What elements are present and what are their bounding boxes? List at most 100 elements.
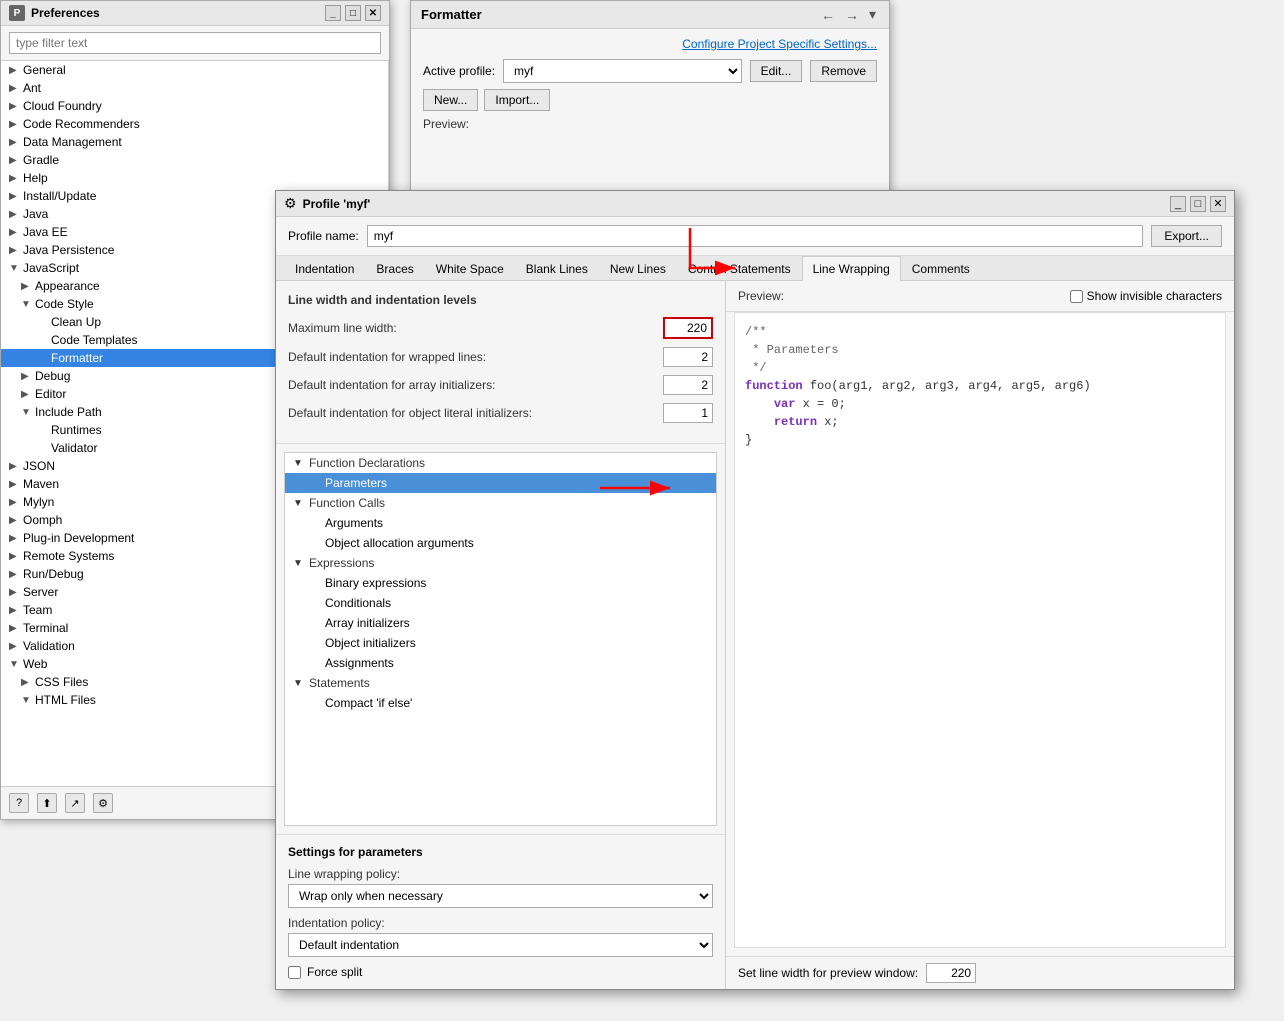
tree-label-css-files: CSS Files: [35, 675, 88, 689]
indentation-policy-label: Indentation policy:: [288, 916, 713, 930]
modal-close-button[interactable]: ✕: [1210, 196, 1226, 212]
tree-toggle-terminal: ▶: [9, 623, 21, 634]
preferences-titlebar: P Preferences _ □ ✕: [1, 1, 389, 26]
tree-label-terminal: Terminal: [23, 621, 68, 635]
tree-item-data-management[interactable]: ▶ Data Management: [1, 133, 388, 151]
settings-for-title: Settings for parameters: [288, 845, 713, 859]
wt-obj-alloc-args[interactable]: Object allocation arguments: [285, 533, 716, 553]
tree-toggle-include-path: ▼: [21, 407, 33, 418]
active-profile-row: Active profile: myf Edit... Remove: [423, 59, 877, 83]
nav-forward-button[interactable]: →: [842, 7, 862, 23]
wt-label-obj-alloc-args: Object allocation arguments: [325, 536, 474, 550]
tab-white-space[interactable]: White Space: [425, 256, 515, 281]
tree-toggle-ant: ▶: [9, 83, 21, 94]
tree-toggle-install-update: ▶: [9, 191, 21, 202]
max-line-width-label: Maximum line width:: [288, 321, 663, 335]
remove-button[interactable]: Remove: [810, 60, 877, 82]
wrapped-indent-input[interactable]: [663, 347, 713, 367]
export-button[interactable]: Export...: [1151, 225, 1222, 247]
preview-title: Preview:: [738, 289, 784, 303]
tree-item-gradle[interactable]: ▶ Gradle: [1, 151, 388, 169]
wt-label-conditionals: Conditionals: [325, 596, 391, 610]
wt-toggle-expressions: ▼: [293, 558, 305, 569]
wt-object-initializers[interactable]: Object initializers: [285, 633, 716, 653]
tree-label-java: Java: [23, 207, 48, 221]
tree-toggle-java-persistence: ▶: [9, 245, 21, 256]
wt-conditionals[interactable]: Conditionals: [285, 593, 716, 613]
wt-compact-if-else[interactable]: Compact 'if else': [285, 693, 716, 713]
tab-blank-lines[interactable]: Blank Lines: [515, 256, 599, 281]
tree-label-cloud-foundry: Cloud Foundry: [23, 99, 102, 113]
modal-maximize-button[interactable]: □: [1190, 196, 1206, 212]
tree-label-clean-up: Clean Up: [51, 315, 101, 329]
tab-comments[interactable]: Comments: [901, 256, 981, 281]
formatter-nav: ← → ▾: [818, 6, 879, 23]
preview-width-input[interactable]: [926, 963, 976, 983]
restore-defaults-icon[interactable]: ⬆: [37, 793, 57, 813]
tree-item-cloud-foundry[interactable]: ▶ Cloud Foundry: [1, 97, 388, 115]
show-invisible-checkbox[interactable]: [1070, 290, 1083, 303]
preview-header: Preview: Show invisible characters: [726, 281, 1234, 312]
maximize-button[interactable]: □: [345, 5, 361, 21]
line-wrapping-policy-select[interactable]: Wrap only when necessary Do not wrap Wra…: [288, 884, 713, 908]
tab-control-statements[interactable]: Control Statements: [677, 256, 802, 281]
wt-func-calls[interactable]: ▼ Function Calls: [285, 493, 716, 513]
max-line-width-input[interactable]: [663, 317, 713, 339]
tree-toggle-java-ee: ▶: [9, 227, 21, 238]
wt-arguments[interactable]: Arguments: [285, 513, 716, 533]
wt-label-statements: Statements: [309, 676, 370, 690]
tree-label-runtimes: Runtimes: [51, 423, 102, 437]
force-split-row: Force split: [288, 965, 713, 979]
wrapped-indent-label: Default indentation for wrapped lines:: [288, 350, 663, 364]
tree-toggle-oomph: ▶: [9, 515, 21, 526]
wt-func-declarations[interactable]: ▼ Function Declarations: [285, 453, 716, 473]
nav-menu-button[interactable]: ▾: [866, 6, 879, 23]
bottom-settings: Settings for parameters Line wrapping po…: [276, 834, 725, 989]
array-indent-input[interactable]: [663, 375, 713, 395]
tab-line-wrapping[interactable]: Line Wrapping: [802, 256, 901, 281]
tree-toggle-debug: ▶: [21, 371, 33, 382]
indentation-policy-select[interactable]: Default indentation Indent on column For…: [288, 933, 713, 957]
profile-name-input[interactable]: [367, 225, 1144, 247]
wt-statements[interactable]: ▼ Statements: [285, 673, 716, 693]
modal-title-text: Profile 'myf': [303, 197, 371, 211]
tab-indentation[interactable]: Indentation: [284, 256, 365, 281]
edit-button[interactable]: Edit...: [750, 60, 803, 82]
tree-item-ant[interactable]: ▶ Ant: [1, 79, 388, 97]
tree-item-help[interactable]: ▶ Help: [1, 169, 388, 187]
settings-icon[interactable]: ⚙: [93, 793, 113, 813]
profile-select[interactable]: myf: [503, 59, 742, 83]
array-indent-label: Default indentation for array initialize…: [288, 378, 663, 392]
force-split-checkbox[interactable]: [288, 966, 301, 979]
apply-icon[interactable]: ↗: [65, 793, 85, 813]
profile-modal: ⚙ Profile 'myf' _ □ ✕ Profile name: Expo…: [275, 190, 1235, 990]
filter-input[interactable]: [9, 32, 381, 54]
tree-label-code-recommenders: Code Recommenders: [23, 117, 140, 131]
tab-braces[interactable]: Braces: [365, 256, 424, 281]
wt-assignments[interactable]: Assignments: [285, 653, 716, 673]
tree-item-general[interactable]: ▶ General: [1, 61, 388, 79]
new-button[interactable]: New...: [423, 89, 478, 111]
nav-back-button[interactable]: ←: [818, 7, 838, 23]
tab-new-lines[interactable]: New Lines: [599, 256, 677, 281]
import-button[interactable]: Import...: [484, 89, 550, 111]
minimize-button[interactable]: _: [325, 5, 341, 21]
object-indent-label: Default indentation for object literal i…: [288, 406, 663, 420]
wt-parameters[interactable]: Parameters: [285, 473, 716, 493]
tree-toggle-web: ▼: [9, 659, 21, 670]
wt-binary-expressions[interactable]: Binary expressions: [285, 573, 716, 593]
line-wrapping-policy-row: Line wrapping policy: Wrap only when nec…: [288, 867, 713, 908]
tree-label-code-templates: Code Templates: [51, 333, 138, 347]
modal-minimize-button[interactable]: _: [1170, 196, 1186, 212]
tree-label-code-style: Code Style: [35, 297, 94, 311]
setting-row-max-line-width: Maximum line width:: [288, 317, 713, 339]
wt-array-initializers[interactable]: Array initializers: [285, 613, 716, 633]
tree-item-code-recommenders[interactable]: ▶ Code Recommenders: [1, 115, 388, 133]
wt-expressions[interactable]: ▼ Expressions: [285, 553, 716, 573]
wt-label-func-calls: Function Calls: [309, 496, 385, 510]
object-indent-input[interactable]: [663, 403, 713, 423]
help-icon[interactable]: ?: [9, 793, 29, 813]
configure-project-link[interactable]: Configure Project Specific Settings...: [423, 37, 877, 51]
tree-toggle-maven: ▶: [9, 479, 21, 490]
close-button[interactable]: ✕: [365, 5, 381, 21]
